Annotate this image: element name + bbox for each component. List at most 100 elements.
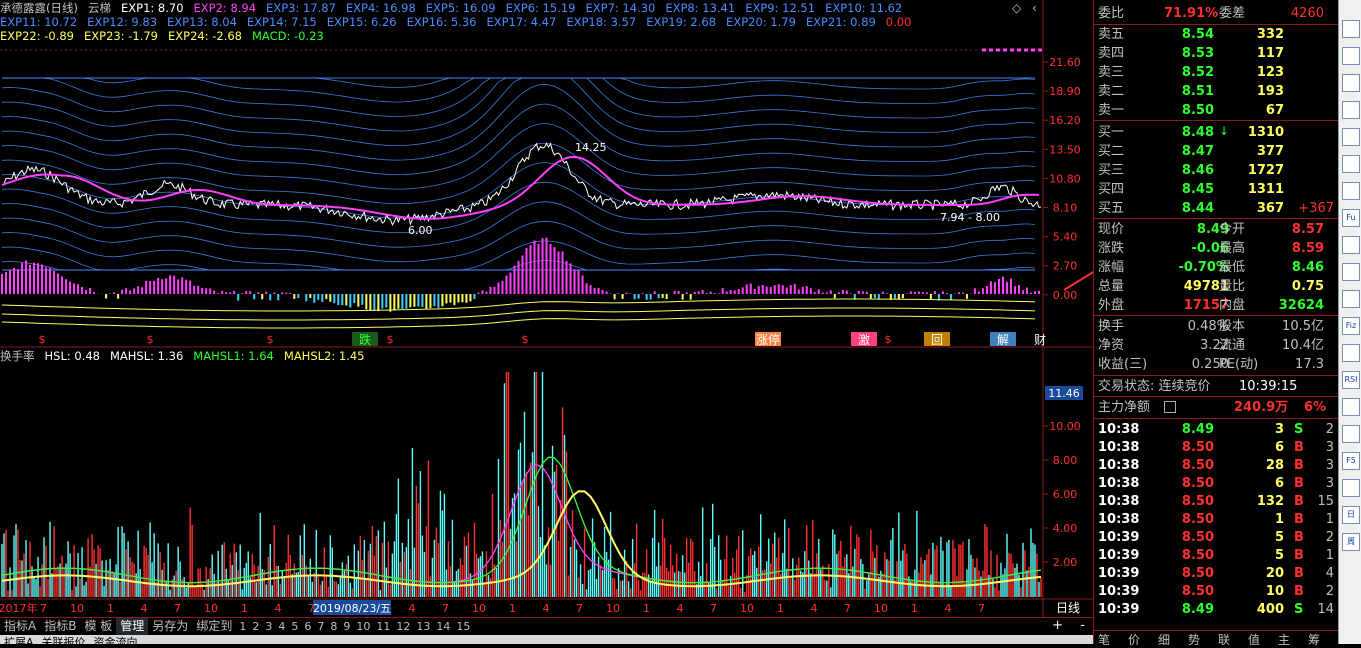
number-tab[interactable]: 10 — [353, 618, 373, 635]
date-tick-label: 7 — [576, 602, 583, 615]
number-tab[interactable]: 11 — [373, 618, 393, 635]
cell: 10:38 — [1098, 440, 1140, 455]
band-line — [1, 77, 1036, 146]
detail-tab[interactable]: 价 — [1128, 631, 1140, 648]
band-line — [2, 77, 1036, 103]
price-tick-label: 8.10 — [1053, 202, 1078, 215]
cell: 1 — [1325, 512, 1334, 527]
volume-cursor-value: 11.46 — [1048, 387, 1080, 400]
separator — [1094, 375, 1339, 376]
detail-tab[interactable]: 筹 — [1308, 631, 1320, 648]
indicator-tab[interactable]: 管理 — [116, 618, 149, 635]
number-tab[interactable]: 3 — [262, 618, 275, 635]
chart-icon[interactable] — [1342, 20, 1360, 38]
page-icon[interactable] — [1342, 479, 1360, 497]
event-label: 财 — [1034, 333, 1046, 347]
detail-tab[interactable]: 笔 — [1098, 631, 1110, 648]
fundamental-row: 换手 0.48% 股本 10.5亿 — [1094, 317, 1339, 336]
date-cursor: 2019/08/23/五 — [313, 602, 391, 615]
detail-tab[interactable]: 主 — [1278, 631, 1290, 648]
remove-button[interactable]: - — [1080, 618, 1085, 633]
rsi-icon[interactable]: RSI — [1342, 371, 1360, 389]
date-tick-label: 4 — [409, 602, 416, 615]
indicator-tab[interactable]: 模 板 — [80, 618, 116, 635]
number-tab[interactable]: 14 — [433, 618, 453, 635]
number-tab[interactable]: 4 — [275, 618, 288, 635]
cell: 买四 — [1098, 182, 1125, 197]
f5-icon[interactable]: F5 — [1342, 452, 1360, 470]
number-tab[interactable]: 7 — [314, 618, 327, 635]
volume-tick-label: 4.00 — [1053, 522, 1078, 535]
indicator-tab[interactable]: 另存为 — [148, 618, 192, 635]
detail-tab[interactable]: 值 — [1248, 631, 1260, 648]
indicator-tab[interactable]: 绑定到 — [192, 618, 236, 635]
cell: 8.53 — [1181, 46, 1214, 61]
list-icon[interactable] — [1342, 47, 1360, 65]
number-tab[interactable]: 13 — [413, 618, 433, 635]
cell: 8.59 — [1291, 241, 1324, 256]
cell: 10:39:15 — [1239, 379, 1298, 394]
kline-icon[interactable]: Fiz — [1342, 317, 1360, 335]
cell: B — [1294, 458, 1304, 473]
fundamental-row: 净资 3.22 流通 10.4亿 — [1094, 336, 1339, 355]
cell: 8.46 — [1181, 163, 1214, 178]
number-tab[interactable]: 2 — [249, 618, 262, 635]
cell: 8.57 — [1291, 222, 1324, 237]
table-icon[interactable] — [1342, 101, 1360, 119]
indicator-tab[interactable]: 指标A — [0, 618, 40, 635]
kline-chart[interactable]: 21.60 18.90 16.20 13.50 10.80 8.10 5.40 2.70 0.0… — [0, 0, 1093, 617]
cell: 8.49 — [1196, 222, 1229, 237]
list-icon[interactable] — [1164, 401, 1176, 413]
cell: 8.54 — [1181, 27, 1214, 42]
cell: 8.50 — [1181, 530, 1214, 545]
detail-tab[interactable]: 联 — [1218, 631, 1230, 648]
cell: 10 — [1265, 584, 1284, 599]
status-item[interactable]: 资金流向 — [90, 636, 142, 644]
day-icon[interactable]: 日 — [1342, 506, 1360, 524]
number-tab[interactable]: 12 — [393, 618, 413, 635]
detail-tab[interactable]: 势 — [1188, 631, 1200, 648]
tick-row: 10:39 8.50 20 B 4 — [1094, 564, 1339, 583]
number-tab[interactable]: 8 — [327, 618, 340, 635]
cell: 3 — [1325, 476, 1334, 491]
status-item[interactable]: 扩展A — [0, 636, 38, 644]
flow-icon[interactable] — [1342, 182, 1360, 200]
f10-icon[interactable]: Fu — [1342, 209, 1360, 227]
tick-row: 10:39 8.49 400 S 14 — [1094, 600, 1339, 619]
week-icon[interactable]: 周 — [1342, 533, 1360, 551]
number-tab[interactable]: 9 — [340, 618, 353, 635]
macd-icon[interactable] — [1342, 344, 1360, 362]
cell: 332 — [1256, 27, 1284, 42]
event-marker: $ — [522, 333, 529, 346]
move-icon[interactable] — [1342, 398, 1360, 416]
bar-icon[interactable] — [1342, 155, 1360, 173]
number-tab[interactable]: 6 — [301, 618, 314, 635]
grid-icon[interactable] — [1342, 74, 1360, 92]
cell: 5 — [1274, 548, 1284, 563]
date-tick-label: 4 — [275, 602, 282, 615]
info-icon[interactable] — [1342, 236, 1360, 254]
add-button[interactable]: + — [1052, 618, 1063, 633]
cell: +367 — [1298, 201, 1334, 216]
news-icon[interactable] — [1342, 128, 1360, 146]
cell: 流通 — [1219, 338, 1246, 353]
cell: 8.50 — [1181, 458, 1214, 473]
detail-tab[interactable]: 细 — [1158, 631, 1170, 648]
cell: 买二 — [1098, 144, 1125, 159]
separator — [1094, 315, 1339, 316]
number-tab[interactable]: 1 — [236, 618, 249, 635]
quote-row: 涨幅 -0.70% 最低 8.46 — [1094, 258, 1339, 277]
cell: 卖三 — [1098, 65, 1125, 80]
number-tab[interactable]: 15 — [453, 618, 473, 635]
compare-icon[interactable] — [1342, 263, 1360, 281]
side-toolbar: Fu Fiz RSI F5 日周 — [1338, 0, 1361, 644]
price-tick-label: 21.60 — [1049, 56, 1081, 69]
cell: 10:38 — [1098, 494, 1140, 509]
cell: 20 — [1265, 566, 1284, 581]
tools-icon[interactable] — [1342, 290, 1360, 308]
pen-icon[interactable] — [1342, 425, 1360, 443]
status-item[interactable]: 关联报价 — [38, 636, 90, 644]
number-tab[interactable]: 5 — [288, 618, 301, 635]
indicator-tab[interactable]: 指标B — [40, 618, 80, 635]
cell: 换手 — [1098, 319, 1125, 334]
